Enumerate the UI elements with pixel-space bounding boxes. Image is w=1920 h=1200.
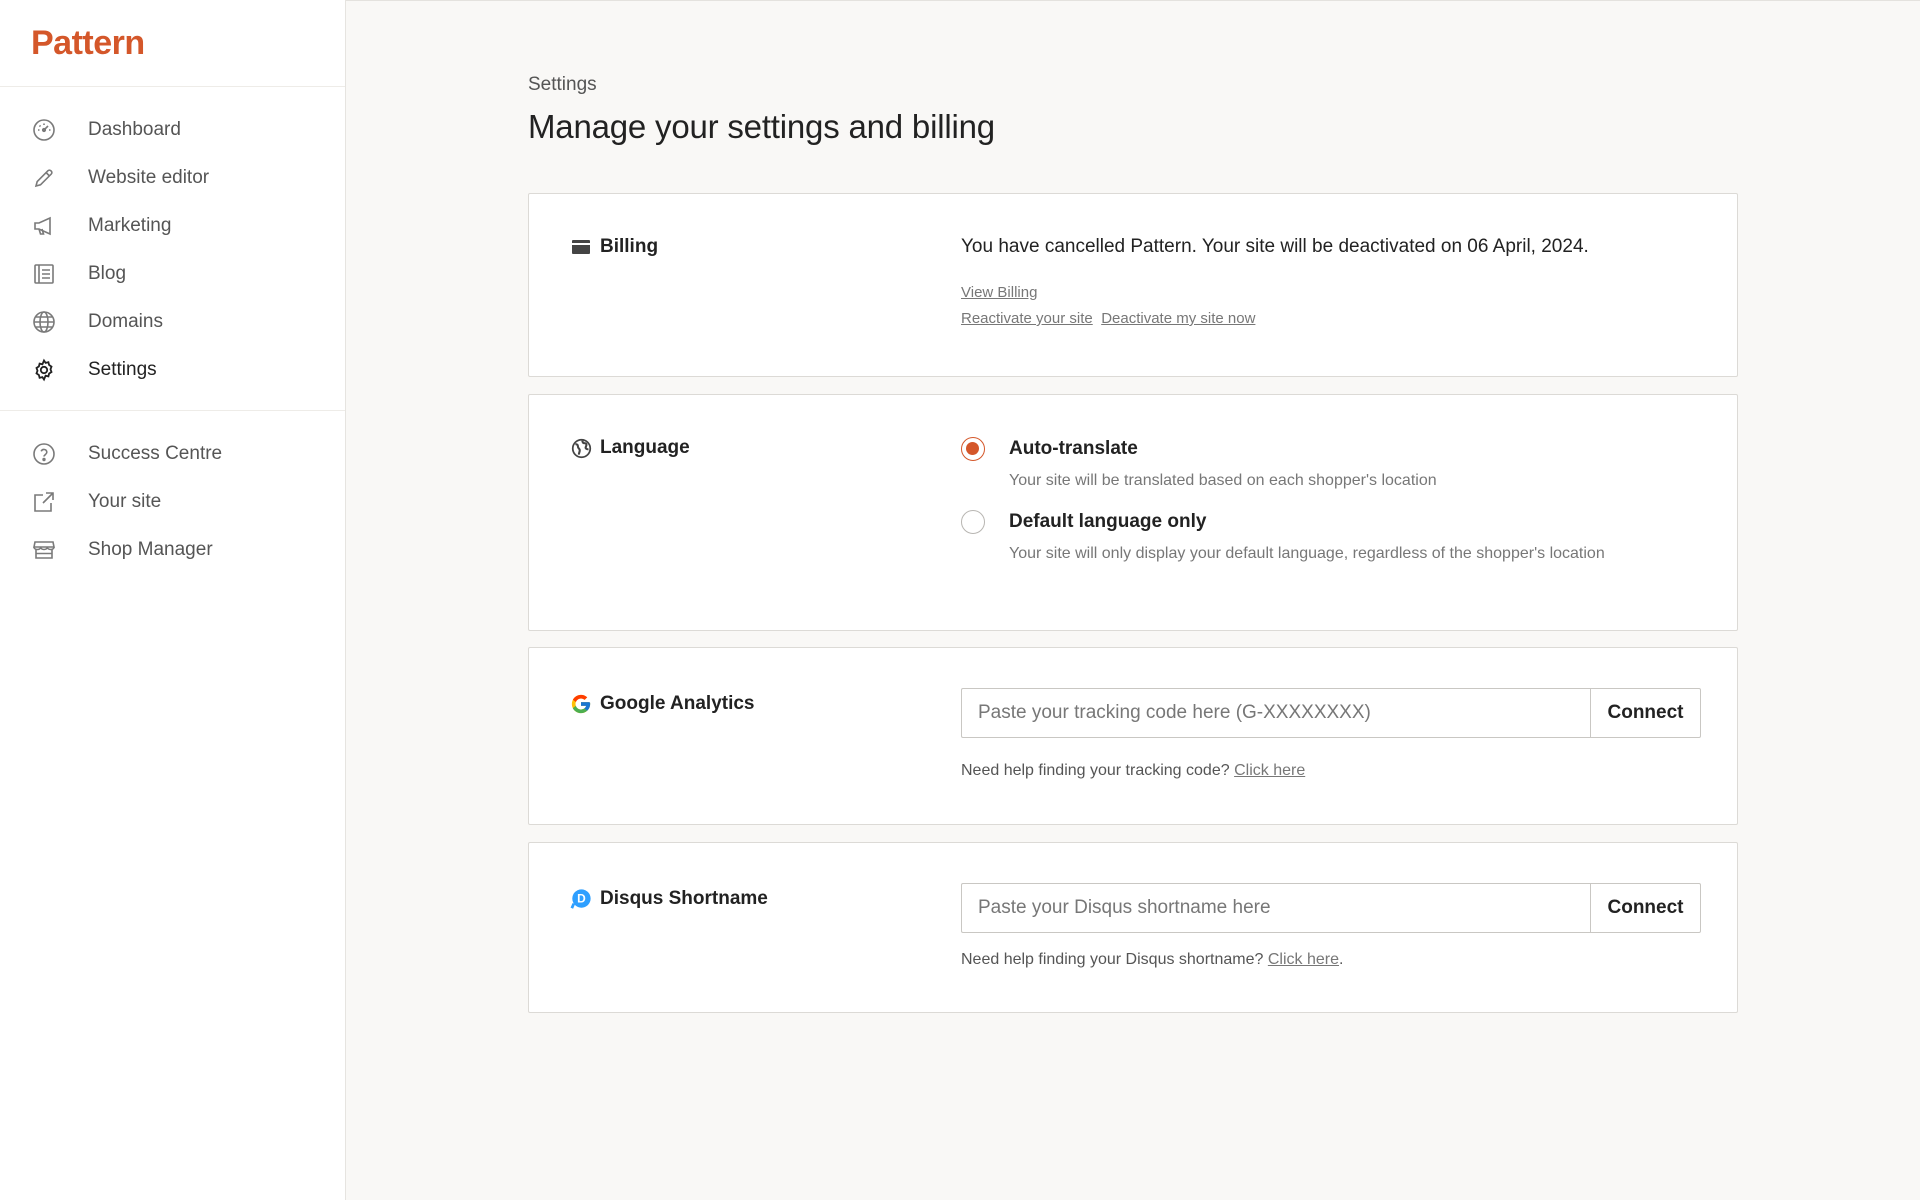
dashboard-icon xyxy=(31,117,57,143)
tracking-code-help-link[interactable]: Click here xyxy=(1234,762,1305,779)
sidebar-item-website-editor[interactable]: Website editor xyxy=(0,154,345,202)
page-title: Manage your settings and billing xyxy=(528,108,995,145)
sidebar-item-label: Settings xyxy=(88,359,157,380)
language-option-auto-translate[interactable]: Auto-translate Your site will be transla… xyxy=(961,437,1701,492)
external-link-icon xyxy=(31,489,57,515)
main-content: Settings Manage your settings and billin… xyxy=(528,0,1738,1013)
radio-label: Auto-translate xyxy=(1009,438,1138,459)
credit-card-icon xyxy=(570,236,592,258)
sidebar-item-label: Shop Manager xyxy=(88,539,213,560)
disqus-help-link[interactable]: Click here xyxy=(1268,951,1339,968)
sidebar-item-success-centre[interactable]: Success Centre xyxy=(0,430,345,478)
billing-title: Billing xyxy=(570,236,658,258)
language-option-default-only[interactable]: Default language only Your site will onl… xyxy=(961,510,1701,565)
primary-nav: Dashboard Website editor Marketing Blog … xyxy=(0,87,345,410)
google-logo-icon xyxy=(570,693,592,715)
sidebar-item-label: Domains xyxy=(88,311,163,332)
disqus-title-text: Disqus Shortname xyxy=(600,888,768,909)
globe-icon xyxy=(31,309,57,335)
sidebar-item-shop-manager[interactable]: Shop Manager xyxy=(0,526,345,574)
breadcrumb: Settings xyxy=(528,74,597,95)
sidebar-item-settings[interactable]: Settings xyxy=(0,346,345,394)
tracking-code-input[interactable] xyxy=(961,688,1590,738)
google-analytics-card: Google Analytics Connect Need help findi… xyxy=(528,647,1738,825)
disqus-connect-button[interactable]: Connect xyxy=(1590,883,1701,933)
disqus-input-group: Connect xyxy=(961,883,1701,933)
store-icon xyxy=(31,537,57,563)
disqus-help: Need help finding your Disqus shortname?… xyxy=(961,951,1701,969)
radio-label: Default language only xyxy=(1009,511,1207,532)
help-circle-icon xyxy=(31,441,57,467)
secondary-nav: Success Centre Your site Shop Manager xyxy=(0,410,345,590)
language-title-text: Language xyxy=(600,437,690,458)
sidebar-item-your-site[interactable]: Your site xyxy=(0,478,345,526)
disqus-title: D Disqus Shortname xyxy=(570,888,768,910)
view-billing-link[interactable]: View Billing xyxy=(961,284,1037,301)
disqus-logo-icon: D xyxy=(570,888,592,910)
sidebar-item-label: Marketing xyxy=(88,215,172,236)
deactivate-site-link[interactable]: Deactivate my site now xyxy=(1101,310,1255,327)
brand-header: Pattern xyxy=(0,0,345,87)
google-analytics-title: Google Analytics xyxy=(570,693,755,715)
disqus-body: Connect Need help finding your Disqus sh… xyxy=(961,883,1701,969)
billing-card: Billing You have cancelled Pattern. Your… xyxy=(528,193,1738,377)
sidebar-item-dashboard[interactable]: Dashboard xyxy=(0,106,345,154)
globe-filled-icon xyxy=(570,437,592,459)
blog-icon xyxy=(31,261,57,287)
radio-description: Your site will only display your default… xyxy=(1009,545,1605,562)
default-language-radio[interactable] xyxy=(961,510,985,534)
google-analytics-body: Connect Need help finding your tracking … xyxy=(961,688,1701,780)
tracking-code-help: Need help finding your tracking code? Cl… xyxy=(961,762,1701,780)
help-text: Need help finding your Disqus shortname? xyxy=(961,951,1264,968)
billing-body: You have cancelled Pattern. Your site wi… xyxy=(961,236,1701,332)
sidebar-item-label: Website editor xyxy=(88,167,210,188)
sidebar-item-marketing[interactable]: Marketing xyxy=(0,202,345,250)
language-options: Auto-translate Your site will be transla… xyxy=(961,437,1701,565)
sidebar: Pattern Dashboard Website editor Marketi… xyxy=(0,0,346,1200)
sidebar-item-label: Success Centre xyxy=(88,443,223,464)
disqus-shortname-input[interactable] xyxy=(961,883,1590,933)
reactivate-site-link[interactable]: Reactivate your site xyxy=(961,310,1093,327)
sidebar-item-label: Blog xyxy=(88,263,127,284)
help-suffix: . xyxy=(1339,951,1344,968)
sidebar-item-label: Dashboard xyxy=(88,119,181,140)
google-analytics-connect-button[interactable]: Connect xyxy=(1590,688,1701,738)
language-title: Language xyxy=(570,437,690,459)
auto-translate-radio[interactable] xyxy=(961,437,985,461)
sidebar-item-label: Your site xyxy=(88,491,162,512)
google-analytics-title-text: Google Analytics xyxy=(600,693,755,714)
tracking-code-input-group: Connect xyxy=(961,688,1701,738)
gear-icon xyxy=(31,357,57,383)
help-text: Need help finding your tracking code? xyxy=(961,762,1230,779)
radio-description: Your site will be translated based on ea… xyxy=(1009,472,1437,489)
billing-title-text: Billing xyxy=(600,236,659,257)
svg-text:D: D xyxy=(577,892,586,906)
billing-status-message: You have cancelled Pattern. Your site wi… xyxy=(961,236,1589,257)
pencil-icon xyxy=(31,165,57,191)
sidebar-item-domains[interactable]: Domains xyxy=(0,298,345,346)
billing-links: View Billing Reactivate your site Deacti… xyxy=(961,280,1701,332)
disqus-card: D Disqus Shortname Connect Need help fin… xyxy=(528,842,1738,1013)
brand-logo[interactable]: Pattern xyxy=(31,24,145,62)
sidebar-item-blog[interactable]: Blog xyxy=(0,250,345,298)
language-card: Language Auto-translate Your site will b… xyxy=(528,394,1738,631)
megaphone-icon xyxy=(31,213,57,239)
